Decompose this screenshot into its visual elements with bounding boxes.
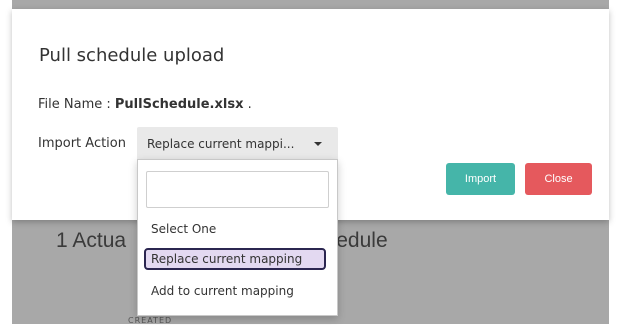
import-action-select[interactable]: Replace current mappi... [137,127,338,161]
dialog-title: Pull schedule upload [39,45,225,66]
file-name-row: File Name : PullSchedule.xlsx . [38,97,252,112]
dropdown-option-replace-current-mapping[interactable]: Replace current mapping [144,248,326,270]
import-button[interactable]: Import [446,163,515,195]
caret-down-icon [314,142,322,146]
file-name-label: File Name : [38,97,115,112]
import-action-dropdown: Select One Replace current mapping Add t… [137,159,338,316]
file-name-value: PullSchedule.xlsx [114,97,244,112]
import-action-select-value: Replace current mappi... [147,137,295,151]
background-heading-left: 1 Actua [56,229,127,252]
dropdown-search-input[interactable] [146,171,329,208]
file-name-suffix: . [243,97,252,112]
dropdown-option-select-one[interactable]: Select One [144,218,326,240]
import-action-label: Import Action [38,136,126,151]
dropdown-option-add-to-current-mapping[interactable]: Add to current mapping [144,280,326,302]
close-button[interactable]: Close [525,163,592,195]
